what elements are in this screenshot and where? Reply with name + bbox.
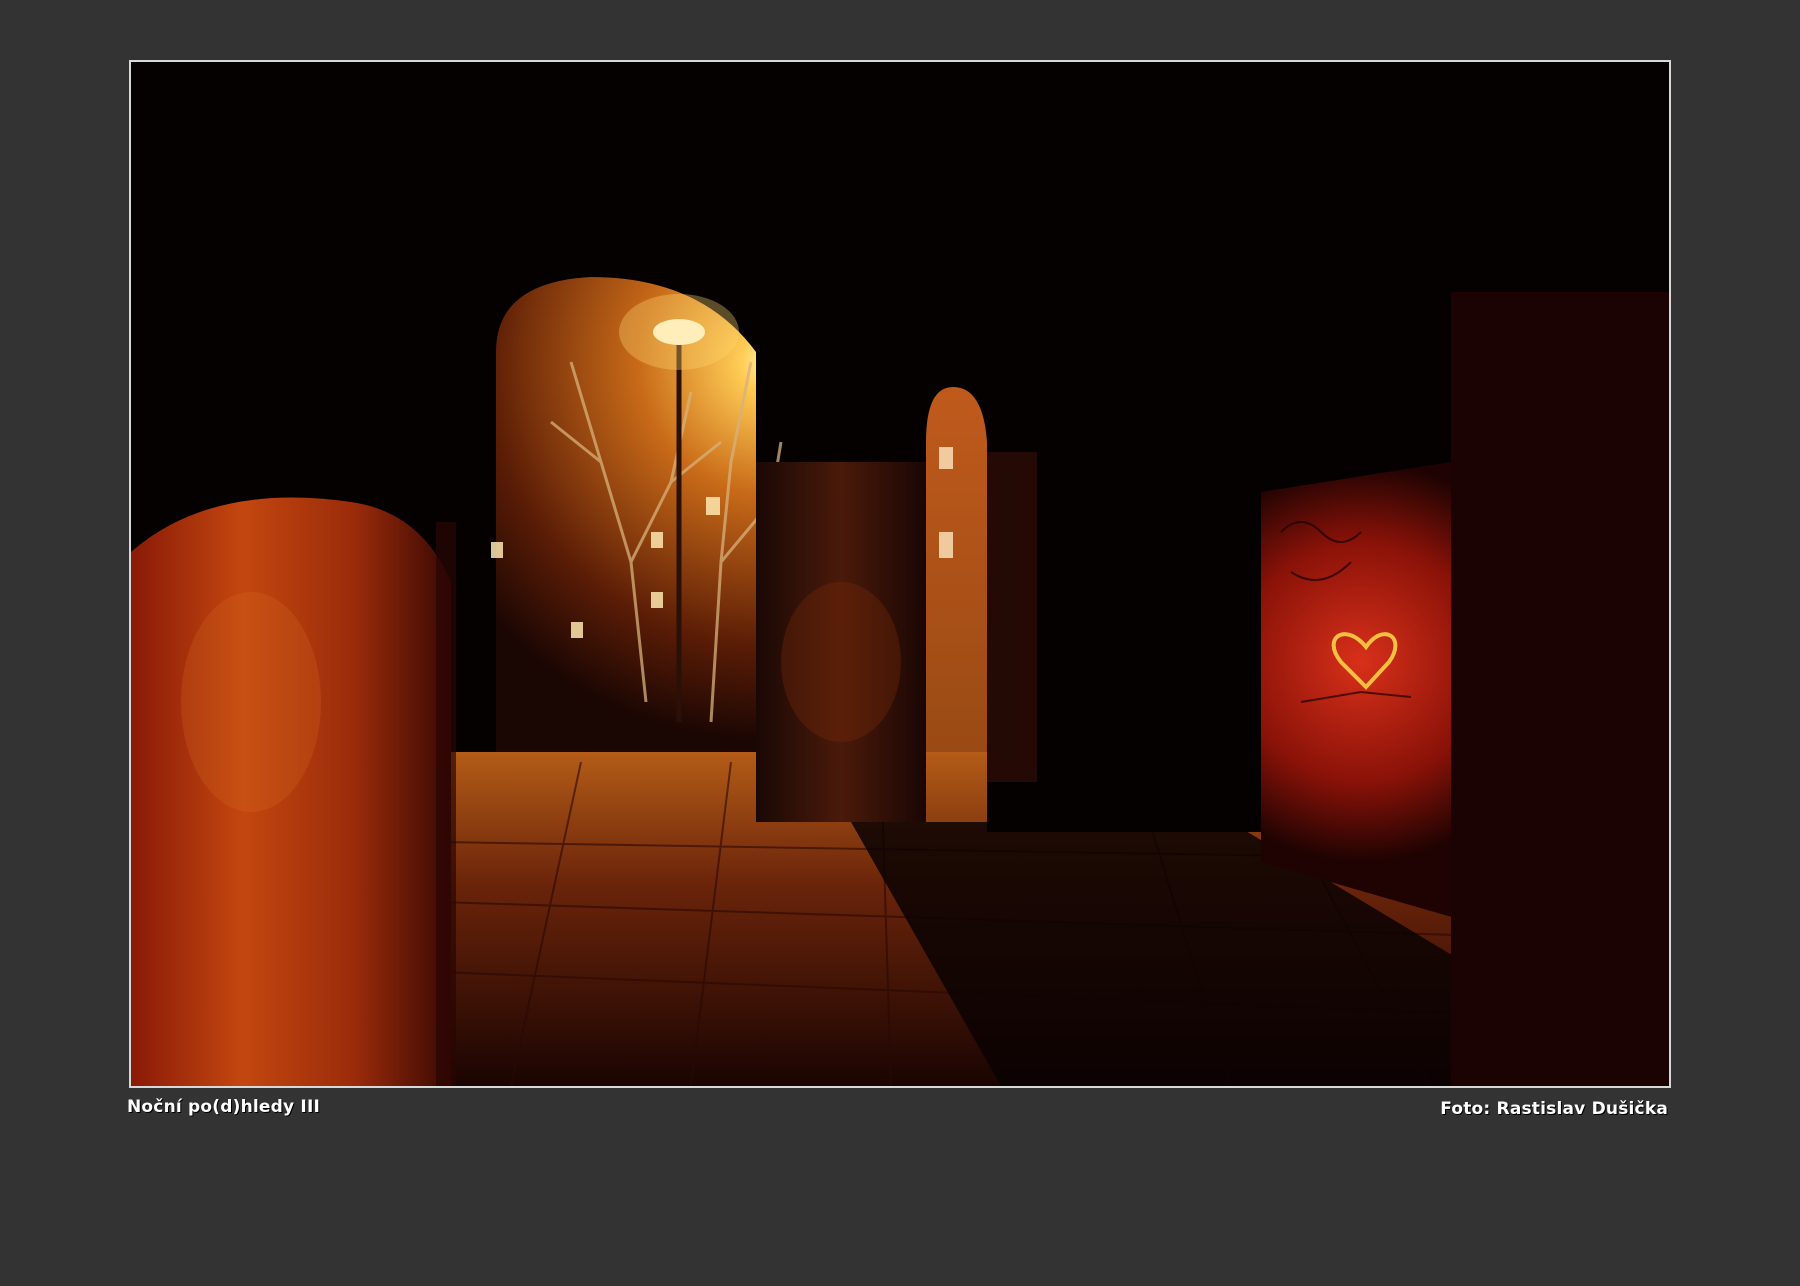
small-archway <box>926 387 987 752</box>
photo-frame <box>129 60 1671 1088</box>
photo-title: Noční po(d)hledy III <box>127 1097 320 1117</box>
right-pillar <box>1451 292 1669 1086</box>
night-archway-photo <box>131 62 1669 1086</box>
photo-credit: Foto: Rastislav Dušička <box>1440 1099 1668 1119</box>
